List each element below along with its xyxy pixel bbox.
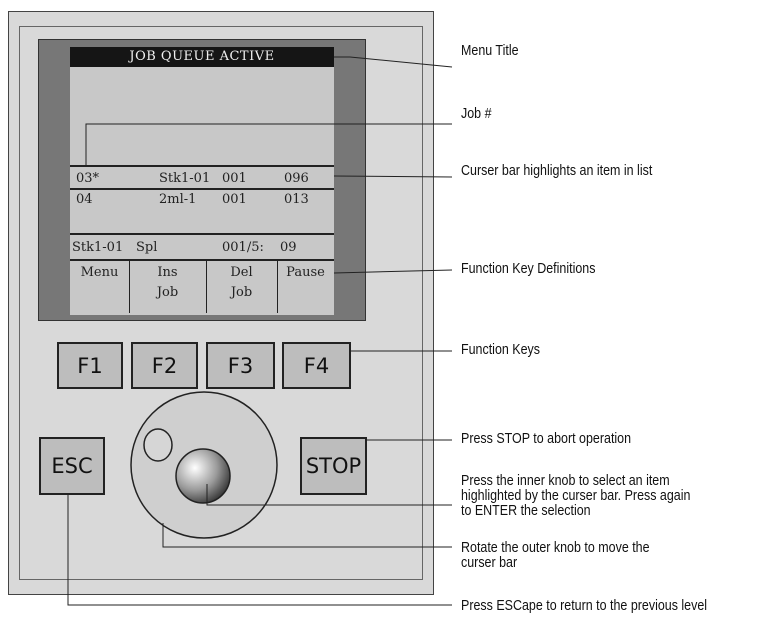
annotation-function-key-definitions: Function Key Definitions [461, 261, 596, 277]
function-key-label: Del [230, 265, 253, 280]
function-key-definition-del-job: Del Job [206, 261, 277, 313]
annotation-menu-title: Menu Title [461, 43, 519, 59]
menu-title-bar: JOB QUEUE ACTIVE [70, 47, 334, 67]
curser-bar-top-line [70, 165, 334, 167]
status-time: 09 [280, 240, 297, 255]
function-key-definition-menu: Menu [70, 261, 129, 313]
job-list-row-highlighted[interactable]: 03* Stk1-01 001 096 [70, 170, 334, 188]
job-stack: Stk1-01 [159, 171, 211, 186]
function-key-definitions: Menu Ins Job Del Job Pause [70, 261, 334, 315]
inner-knob[interactable] [175, 448, 231, 504]
function-key-label: Pause [286, 265, 325, 280]
job-stack: 2ml-1 [159, 192, 197, 207]
function-key-label-line2: Job [230, 285, 253, 300]
status-progress: 001/5: [222, 240, 264, 255]
job-count: 096 [284, 171, 309, 186]
annotation-job-number: Job # [461, 106, 492, 122]
f4-key[interactable]: F4 [282, 342, 351, 389]
job-number: 03* [76, 171, 100, 186]
annotation-inner-knob-line: Press the inner knob to select an item [461, 473, 670, 489]
status-stack: Stk1-01 [72, 240, 124, 255]
curser-bar-bottom-line [70, 188, 334, 190]
job-list-row[interactable]: 04 2ml-1 001 013 [70, 191, 334, 209]
annotation-inner-knob-line: to ENTER the selection [461, 503, 591, 519]
job-quantity: 001 [222, 192, 247, 207]
annotation-outer-knob: Rotate the outer knob to move the curser… [461, 541, 650, 571]
annotation-inner-knob: Press the inner knob to select an item h… [461, 474, 690, 519]
annotation-outer-knob-line: Rotate the outer knob to move the [461, 540, 650, 556]
f1-key[interactable]: F1 [57, 342, 123, 389]
lcd-screen: JOB QUEUE ACTIVE 03* Stk1-01 001 096 04 … [70, 47, 334, 315]
annotation-function-keys: Function Keys [461, 342, 541, 358]
function-key-definition-pause: Pause [277, 261, 334, 313]
f3-key[interactable]: F3 [206, 342, 275, 389]
stop-key[interactable]: STOP [300, 437, 367, 495]
job-number: 04 [76, 192, 93, 207]
esc-key[interactable]: ESC [39, 437, 105, 495]
status-line-divider [70, 233, 334, 235]
job-quantity: 001 [222, 171, 247, 186]
annotation-outer-knob-line: curser bar [461, 555, 518, 571]
function-key-label: Menu [80, 265, 119, 280]
annotation-curser-bar: Curser bar highlights an item in list [461, 163, 653, 179]
job-count: 013 [284, 192, 309, 207]
status-line: Stk1-01 Spl 001/5: 09 [70, 239, 334, 257]
annotation-esc: Press ESCape to return to the previous l… [461, 598, 708, 614]
function-key-label-line2: Job [156, 285, 179, 300]
outer-knob-grip [143, 428, 173, 462]
status-type: Spl [136, 240, 158, 255]
annotation-inner-knob-line: highlighted by the curser bar. Press aga… [461, 488, 691, 504]
function-key-label: Ins [157, 265, 178, 280]
f2-key[interactable]: F2 [131, 342, 198, 389]
function-key-definition-ins-job: Ins Job [129, 261, 206, 313]
annotation-stop: Press STOP to abort operation [461, 431, 632, 447]
